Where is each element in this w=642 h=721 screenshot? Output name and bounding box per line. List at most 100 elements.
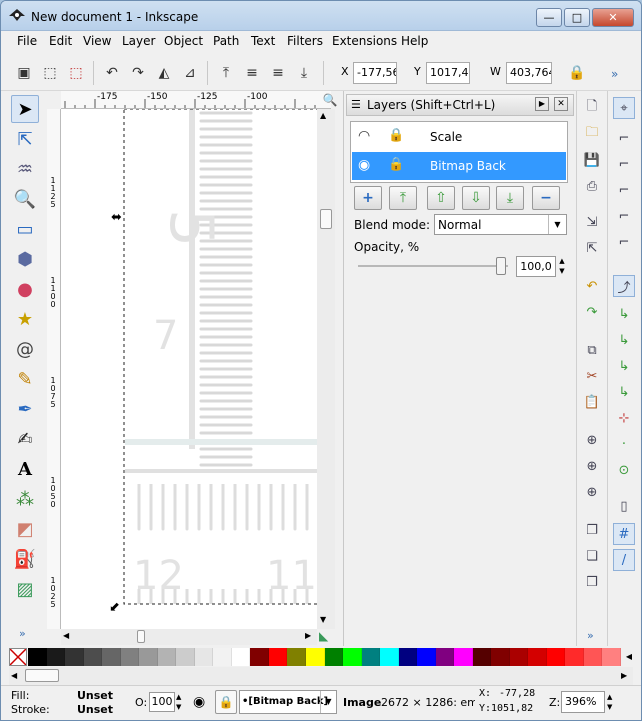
node-tool-icon[interactable]: ⇱ bbox=[11, 125, 39, 153]
rectangle-tool-icon[interactable]: ▭ bbox=[11, 215, 39, 243]
duplicate-icon[interactable]: ❐ bbox=[581, 519, 603, 541]
color-swatch[interactable] bbox=[65, 648, 84, 666]
raise-layer-button[interactable]: ⇧ bbox=[427, 186, 455, 210]
y-input[interactable]: 1017,49 bbox=[426, 62, 470, 84]
palette-scroll-left-icon[interactable]: ◀ bbox=[11, 671, 17, 680]
fill-value[interactable]: Unset bbox=[77, 689, 113, 702]
unlink-clone-icon[interactable]: ❒ bbox=[581, 571, 603, 593]
3d-box-tool-icon[interactable]: ⬢ bbox=[11, 245, 39, 273]
more-tools-button[interactable]: » bbox=[19, 627, 26, 640]
selector-tool-icon[interactable]: ➤ bbox=[11, 95, 39, 123]
color-swatch[interactable] bbox=[102, 648, 121, 666]
menu-path[interactable]: Path bbox=[213, 34, 239, 48]
color-swatch[interactable] bbox=[250, 648, 269, 666]
color-manage-icon[interactable]: ◣ bbox=[319, 629, 328, 643]
color-swatch[interactable] bbox=[157, 648, 177, 666]
undo-icon[interactable]: ↶ bbox=[581, 275, 603, 297]
horizontal-scrollbar[interactable]: ◀ ▶ bbox=[61, 629, 317, 645]
color-swatch[interactable] bbox=[287, 648, 306, 666]
color-swatch[interactable] bbox=[194, 648, 214, 666]
color-swatch[interactable] bbox=[583, 648, 603, 666]
snap-bbox-edge-icon[interactable]: ⌐ bbox=[613, 153, 635, 175]
flip-vertical-icon[interactable]: ⊿ bbox=[179, 62, 201, 84]
color-swatch[interactable] bbox=[343, 648, 362, 666]
color-swatch[interactable] bbox=[46, 648, 66, 666]
color-swatch[interactable] bbox=[565, 648, 584, 666]
x-input[interactable]: -177,56( bbox=[353, 62, 397, 84]
color-swatch[interactable] bbox=[454, 648, 473, 666]
print-icon[interactable]: ⎙ bbox=[581, 175, 603, 197]
menu-object[interactable]: Object bbox=[164, 34, 203, 48]
lower-to-bottom-icon[interactable]: ⤓ bbox=[293, 62, 315, 84]
menu-file[interactable]: File bbox=[17, 34, 37, 48]
horizontal-scroll-thumb[interactable] bbox=[137, 630, 145, 643]
hidden-eye-icon[interactable]: ◠ bbox=[358, 128, 370, 144]
layer-row-scale[interactable]: ◠ 🔒 Scale bbox=[352, 123, 566, 151]
cut-icon[interactable]: ✂ bbox=[581, 365, 603, 387]
title-bar[interactable]: New document 1 - Inkscape — □ ✕ bbox=[1, 1, 641, 31]
color-swatch[interactable] bbox=[417, 648, 436, 666]
opacity-input[interactable]: 100,0 bbox=[516, 256, 556, 277]
palette-scroll-right-icon[interactable]: ▶ bbox=[621, 671, 627, 680]
scroll-right-icon[interactable]: ▶ bbox=[305, 631, 311, 640]
snap-nodes-icon[interactable]: ⤴ bbox=[613, 275, 635, 297]
layer-row-bitmap-back[interactable]: ◉ 🔒 Bitmap Back bbox=[352, 152, 566, 180]
palette-scrollbar[interactable]: ◀ ▶ bbox=[9, 667, 633, 685]
color-swatch[interactable] bbox=[28, 648, 47, 666]
lower-layer-button[interactable]: ⇩ bbox=[462, 186, 490, 210]
raise-icon[interactable]: ≡ bbox=[241, 62, 263, 84]
color-swatch[interactable] bbox=[380, 648, 399, 666]
more-commands-button[interactable]: » bbox=[587, 629, 594, 642]
color-swatch[interactable] bbox=[231, 648, 251, 666]
layer-name[interactable]: Scale bbox=[430, 130, 462, 144]
paste-icon[interactable]: 📋 bbox=[581, 391, 603, 413]
layers-panel-header[interactable]: ☰ Layers (Shift+Ctrl+L) ▶ ✕ bbox=[346, 94, 574, 116]
zoom-spin[interactable]: ▲ ▼ bbox=[607, 692, 612, 712]
zoom-input[interactable]: 396% bbox=[561, 691, 605, 713]
color-swatch[interactable] bbox=[324, 648, 344, 666]
zoom-page-icon[interactable]: ⊕ bbox=[581, 481, 603, 503]
opacity-status-input[interactable]: 100 bbox=[149, 692, 175, 712]
snap-bbox-center-icon[interactable]: ⌐ bbox=[613, 231, 635, 253]
snap-grids-icon[interactable]: # bbox=[613, 523, 635, 545]
vertical-scroll-thumb[interactable] bbox=[320, 209, 332, 229]
lock-icon[interactable]: 🔒 bbox=[388, 128, 404, 143]
color-swatch[interactable] bbox=[213, 648, 232, 666]
snap-guides-icon[interactable]: / bbox=[613, 549, 635, 571]
color-swatch[interactable] bbox=[305, 648, 325, 666]
snap-object-centers-icon[interactable]: · bbox=[613, 433, 635, 455]
scroll-up-icon[interactable]: ▲ bbox=[320, 111, 326, 120]
palette-menu-icon[interactable]: ◀ bbox=[623, 648, 635, 666]
color-swatch[interactable] bbox=[472, 648, 492, 666]
tweak-tool-icon[interactable]: ♒ bbox=[11, 155, 39, 183]
lower-icon[interactable]: ≡ bbox=[267, 62, 289, 84]
gradient-tool-icon[interactable]: ▨ bbox=[11, 575, 39, 603]
snap-bbox-corner-icon[interactable]: ⌐ bbox=[613, 179, 635, 201]
color-swatch[interactable] bbox=[435, 648, 455, 666]
color-swatch[interactable] bbox=[546, 648, 566, 666]
snap-paths-icon[interactable]: ↳ bbox=[613, 303, 635, 325]
snap-toggle-icon[interactable]: ⌖ bbox=[613, 97, 635, 119]
spray-tool-icon[interactable]: ⁂ bbox=[11, 485, 39, 513]
snap-intersections-icon[interactable]: ↳ bbox=[613, 329, 635, 351]
color-swatch[interactable] bbox=[602, 648, 621, 666]
raise-layer-to-top-button[interactable]: ⤒ bbox=[389, 186, 417, 210]
snap-bbox-midpoint-icon[interactable]: ⌐ bbox=[613, 205, 635, 227]
close-button[interactable]: ✕ bbox=[592, 8, 634, 27]
blend-mode-select[interactable]: Normal ▼ bbox=[434, 214, 567, 235]
rotate-cw-icon[interactable]: ↷ bbox=[127, 62, 149, 84]
color-swatch[interactable] bbox=[139, 648, 158, 666]
redo-icon[interactable]: ↷ bbox=[581, 301, 603, 323]
menu-text[interactable]: Text bbox=[251, 34, 275, 48]
ellipse-tool-icon[interactable]: ● bbox=[11, 275, 39, 303]
pen-tool-icon[interactable]: ✒ bbox=[11, 395, 39, 423]
clone-icon[interactable]: ❏ bbox=[581, 545, 603, 567]
palette-scroll-thumb[interactable] bbox=[25, 669, 59, 682]
import-icon[interactable]: ⇲ bbox=[581, 211, 603, 233]
menu-layer[interactable]: Layer bbox=[122, 34, 155, 48]
more-controls-button[interactable]: » bbox=[611, 67, 618, 81]
zoom-tool-icon[interactable]: 🔍 bbox=[11, 185, 39, 213]
zoom-selection-icon[interactable]: ⊕ bbox=[581, 429, 603, 451]
opacity-slider-track[interactable] bbox=[358, 265, 508, 267]
save-icon[interactable]: 💾 bbox=[581, 149, 603, 171]
